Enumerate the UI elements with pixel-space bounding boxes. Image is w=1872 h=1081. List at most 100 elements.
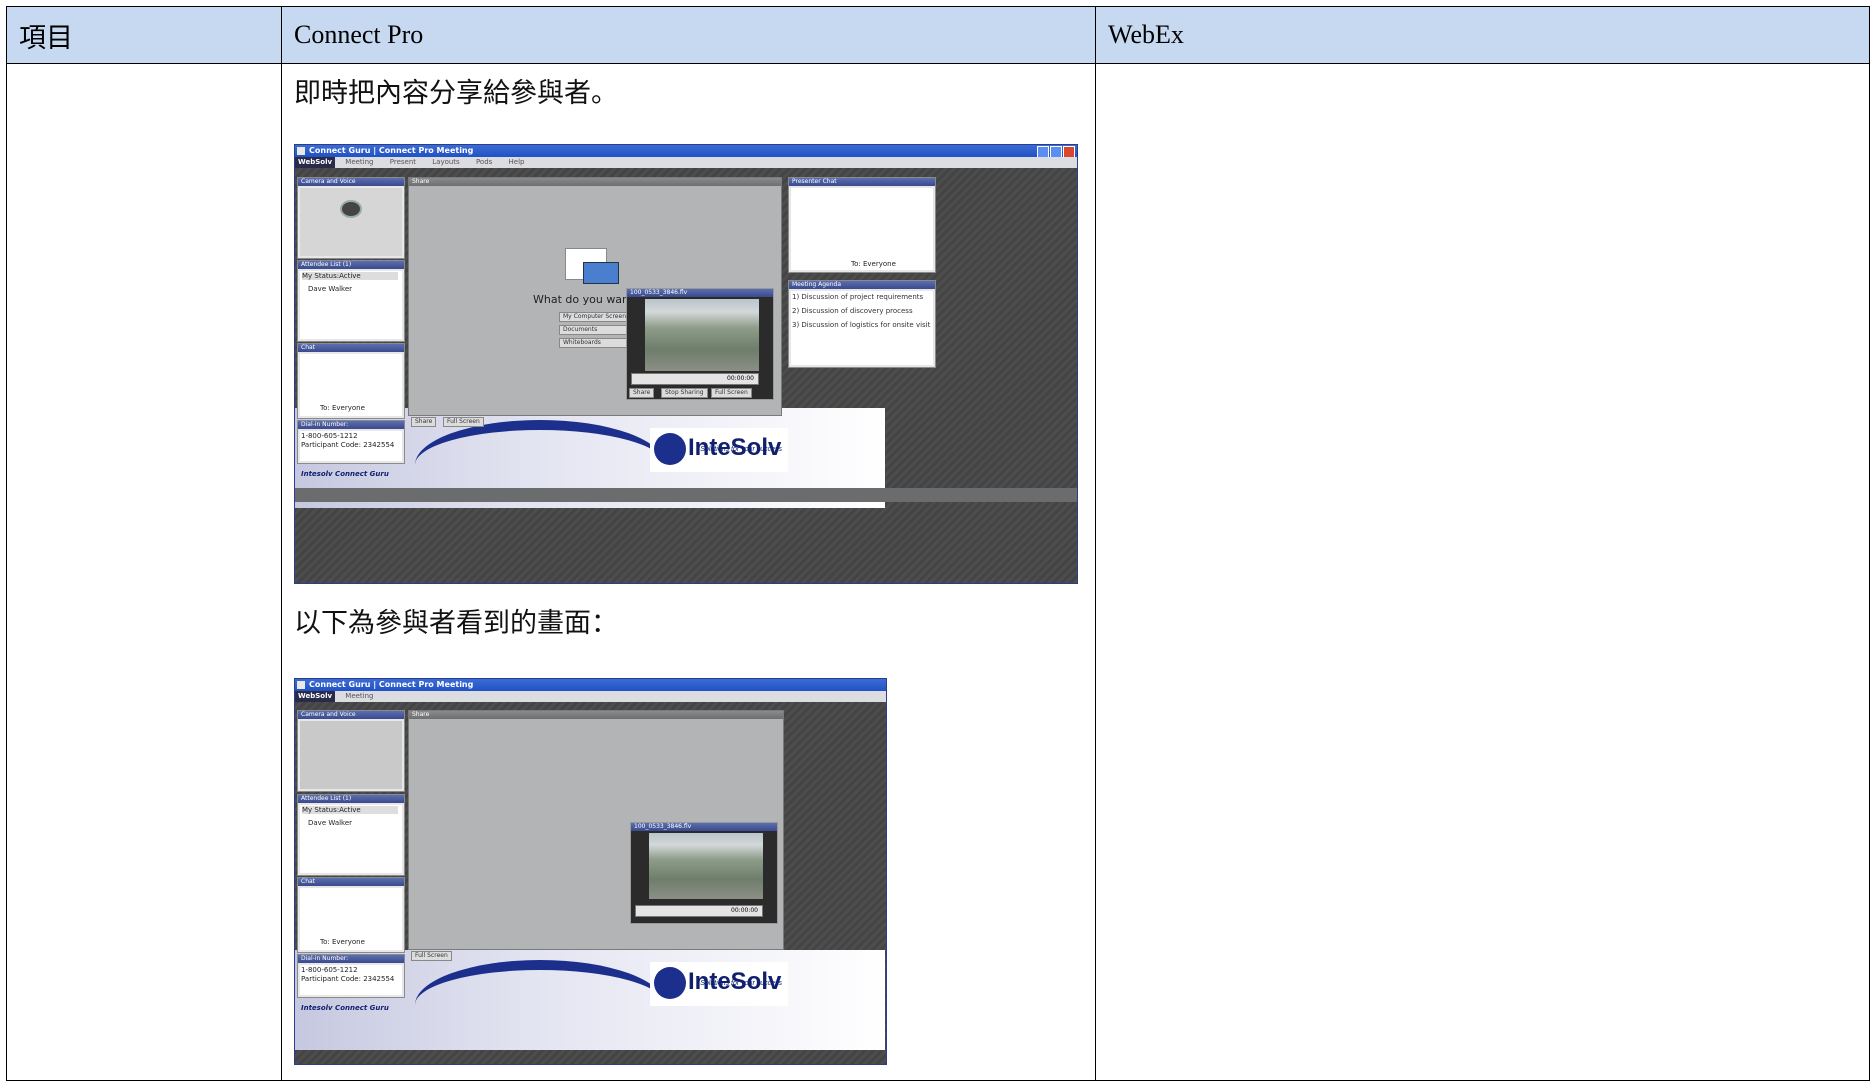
video-share-button[interactable]: Share: [629, 388, 655, 398]
full-screen-button[interactable]: Full Screen: [443, 417, 484, 427]
app-icon: [297, 681, 305, 689]
menu-logo: WebSolv: [295, 157, 336, 168]
attendee-name: Dave Walker: [308, 819, 353, 827]
caption-share-content: 即時把內容分享給參與者。: [294, 78, 618, 109]
menu-bar: WebSolv Meeting Present Layouts Pods Hel…: [295, 157, 1077, 168]
attendee-pod-body: My Status:Active Dave Walker: [300, 271, 402, 339]
layout-toolbar: [295, 488, 1077, 502]
screen-share-icon: [583, 262, 619, 284]
brand-footer: Intesolv Connect Guru: [301, 470, 389, 478]
menu-meeting: Meeting: [345, 692, 374, 700]
window-title: Connect Guru | Connect Pro Meeting: [309, 680, 474, 689]
menu-bar: WebSolv Meeting: [295, 691, 886, 702]
cell-connect-pro: 即時把內容分享給參與者。 Connect Guru | Connect Pro …: [281, 63, 1096, 1081]
attendee-pod-body: My Status:Active Dave Walker: [300, 805, 402, 873]
dialin-number: 1-800-605-1212: [301, 966, 358, 974]
comparison-table: 項目 Connect Pro WebEx 即時把內容分享給參與者。 Connec…: [6, 6, 1870, 1081]
attendee-pod: Attendee List (1) My Status:Active Dave …: [297, 260, 405, 342]
intesolv-logo: InteSolv Solutions for your success: [650, 428, 788, 472]
intesolv-logo: InteSolv Solutions for your success: [650, 962, 788, 1006]
video-pod: 100_0533_3846.flv 00:00:00 Share Stop Sh…: [626, 288, 774, 400]
menu-help: Help: [508, 158, 525, 166]
participant-code: Participant Code: 2342554: [301, 975, 395, 983]
agenda-pod: Meeting Agenda 1) Discussion of project …: [788, 280, 936, 368]
logo-tagline: Solutions for your success: [700, 446, 782, 453]
participant-screenshot: Connect Guru | Connect Pro Meeting WebSo…: [294, 678, 887, 1065]
attendee-pod-title: Attendee List (1): [298, 795, 404, 803]
menu-meeting: Meeting: [345, 158, 374, 166]
logo-mark: [654, 432, 686, 465]
caption-participant-view: 以下為參與者看到的畫面：: [294, 608, 618, 639]
chat-pod: Chat To: Everyone: [297, 877, 405, 953]
chat-pod-body: To: Everyone: [300, 888, 402, 950]
logo-mark: [654, 966, 686, 999]
video-time: 00:00:00: [631, 373, 759, 385]
document-page: 項目 Connect Pro WebEx 即時把內容分享給參與者。 Connec…: [0, 0, 1872, 1081]
menu-logo: WebSolv: [295, 691, 336, 702]
dialin-pod-body: 1-800-605-1212 Participant Code: 2342554: [300, 431, 402, 461]
dialin-pod: Dial-in Number: 1-800-605-1212 Participa…: [297, 420, 405, 464]
share-documents-option[interactable]: Documents: [559, 325, 631, 335]
dialin-pod-title: Dial-in Number:: [298, 955, 404, 963]
agenda-item: 1) Discussion of project requirements: [792, 293, 924, 301]
brand-footer: Intesolv Connect Guru: [301, 1004, 389, 1012]
webcam-icon: [340, 200, 362, 218]
stop-sharing-button[interactable]: Stop Sharing: [661, 388, 708, 398]
logo-tagline: Solutions for your success: [700, 980, 782, 987]
presenter-chat-recipient: To: Everyone: [851, 260, 896, 268]
share-menu-button[interactable]: Share: [411, 417, 437, 427]
video-frame: [645, 299, 759, 371]
share-screen-option[interactable]: My Computer Screen...: [559, 312, 632, 322]
camera-pod-title: Camera and Voice: [298, 178, 404, 186]
presenter-chat-body: To: Everyone: [791, 188, 933, 270]
dialin-pod-body: 1-800-605-1212 Participant Code: 2342554: [300, 965, 402, 995]
video-time: 00:00:00: [635, 905, 763, 917]
status-select: My Status:Active: [302, 806, 398, 814]
chat-pod-body: To: Everyone: [300, 354, 402, 416]
menu-pods: Pods: [475, 158, 493, 166]
participant-code: Participant Code: 2342554: [301, 441, 395, 449]
header-cell-webex: WebEx: [1095, 6, 1870, 64]
background-arc: [415, 960, 665, 1050]
camera-pod-title: Camera and Voice: [298, 711, 404, 719]
header-cell-item: 項目: [6, 6, 282, 64]
camera-pod-body: [300, 188, 402, 256]
full-screen-button[interactable]: Full Screen: [411, 951, 452, 961]
attendee-pod: Attendee List (1) My Status:Active Dave …: [297, 794, 405, 876]
meeting-room-area: Camera and Voice Attendee List (1) My St…: [295, 168, 1077, 583]
header-cell-connect-pro: Connect Pro: [281, 6, 1096, 64]
share-whiteboards-option[interactable]: Whiteboards: [559, 338, 631, 348]
window-title: Connect Guru | Connect Pro Meeting: [309, 146, 474, 155]
video-pod: 100_0533_3846.flv 00:00:00: [630, 822, 778, 924]
menu-layouts: Layouts: [432, 158, 460, 166]
presenter-chat-title: Presenter Chat: [789, 178, 935, 186]
camera-pod-body: [300, 721, 402, 789]
window-titlebar: Connect Guru | Connect Pro Meeting: [295, 679, 886, 691]
video-full-screen-button[interactable]: Full Screen: [711, 388, 752, 398]
attendee-pod-title: Attendee List (1): [298, 261, 404, 269]
agenda-item: 2) Discussion of discovery process: [792, 307, 913, 315]
video-title: 100_0533_3846.flv: [631, 823, 777, 831]
window-titlebar: Connect Guru | Connect Pro Meeting: [295, 145, 1077, 158]
agenda-item: 3) Discussion of logistics for onsite vi…: [792, 321, 931, 329]
table-header-row: 項目 Connect Pro WebEx: [6, 6, 1870, 64]
presenter-screenshot: Connect Guru | Connect Pro Meeting WebSo…: [294, 144, 1078, 584]
share-pod-title: Share: [409, 178, 781, 186]
chat-recipient: To: Everyone: [320, 938, 365, 946]
dialin-pod-title: Dial-in Number:: [298, 421, 404, 429]
share-pod-title: Share: [409, 711, 783, 719]
cell-webex: [1095, 63, 1870, 1081]
presenter-chat-pod: Presenter Chat To: Everyone: [788, 177, 936, 273]
status-select: My Status:Active: [302, 272, 398, 280]
chat-pod-title: Chat: [298, 344, 404, 352]
attendee-name: Dave Walker: [308, 285, 353, 293]
cell-item: [6, 63, 282, 1081]
camera-pod: Camera and Voice: [297, 177, 405, 259]
menu-present: Present: [389, 158, 417, 166]
chat-recipient: To: Everyone: [320, 404, 365, 412]
agenda-title: Meeting Agenda: [789, 281, 935, 289]
agenda-body: 1) Discussion of project requirements 2)…: [791, 291, 933, 365]
video-frame: [649, 833, 763, 899]
chat-pod-title: Chat: [298, 878, 404, 886]
dialin-number: 1-800-605-1212: [301, 432, 358, 440]
